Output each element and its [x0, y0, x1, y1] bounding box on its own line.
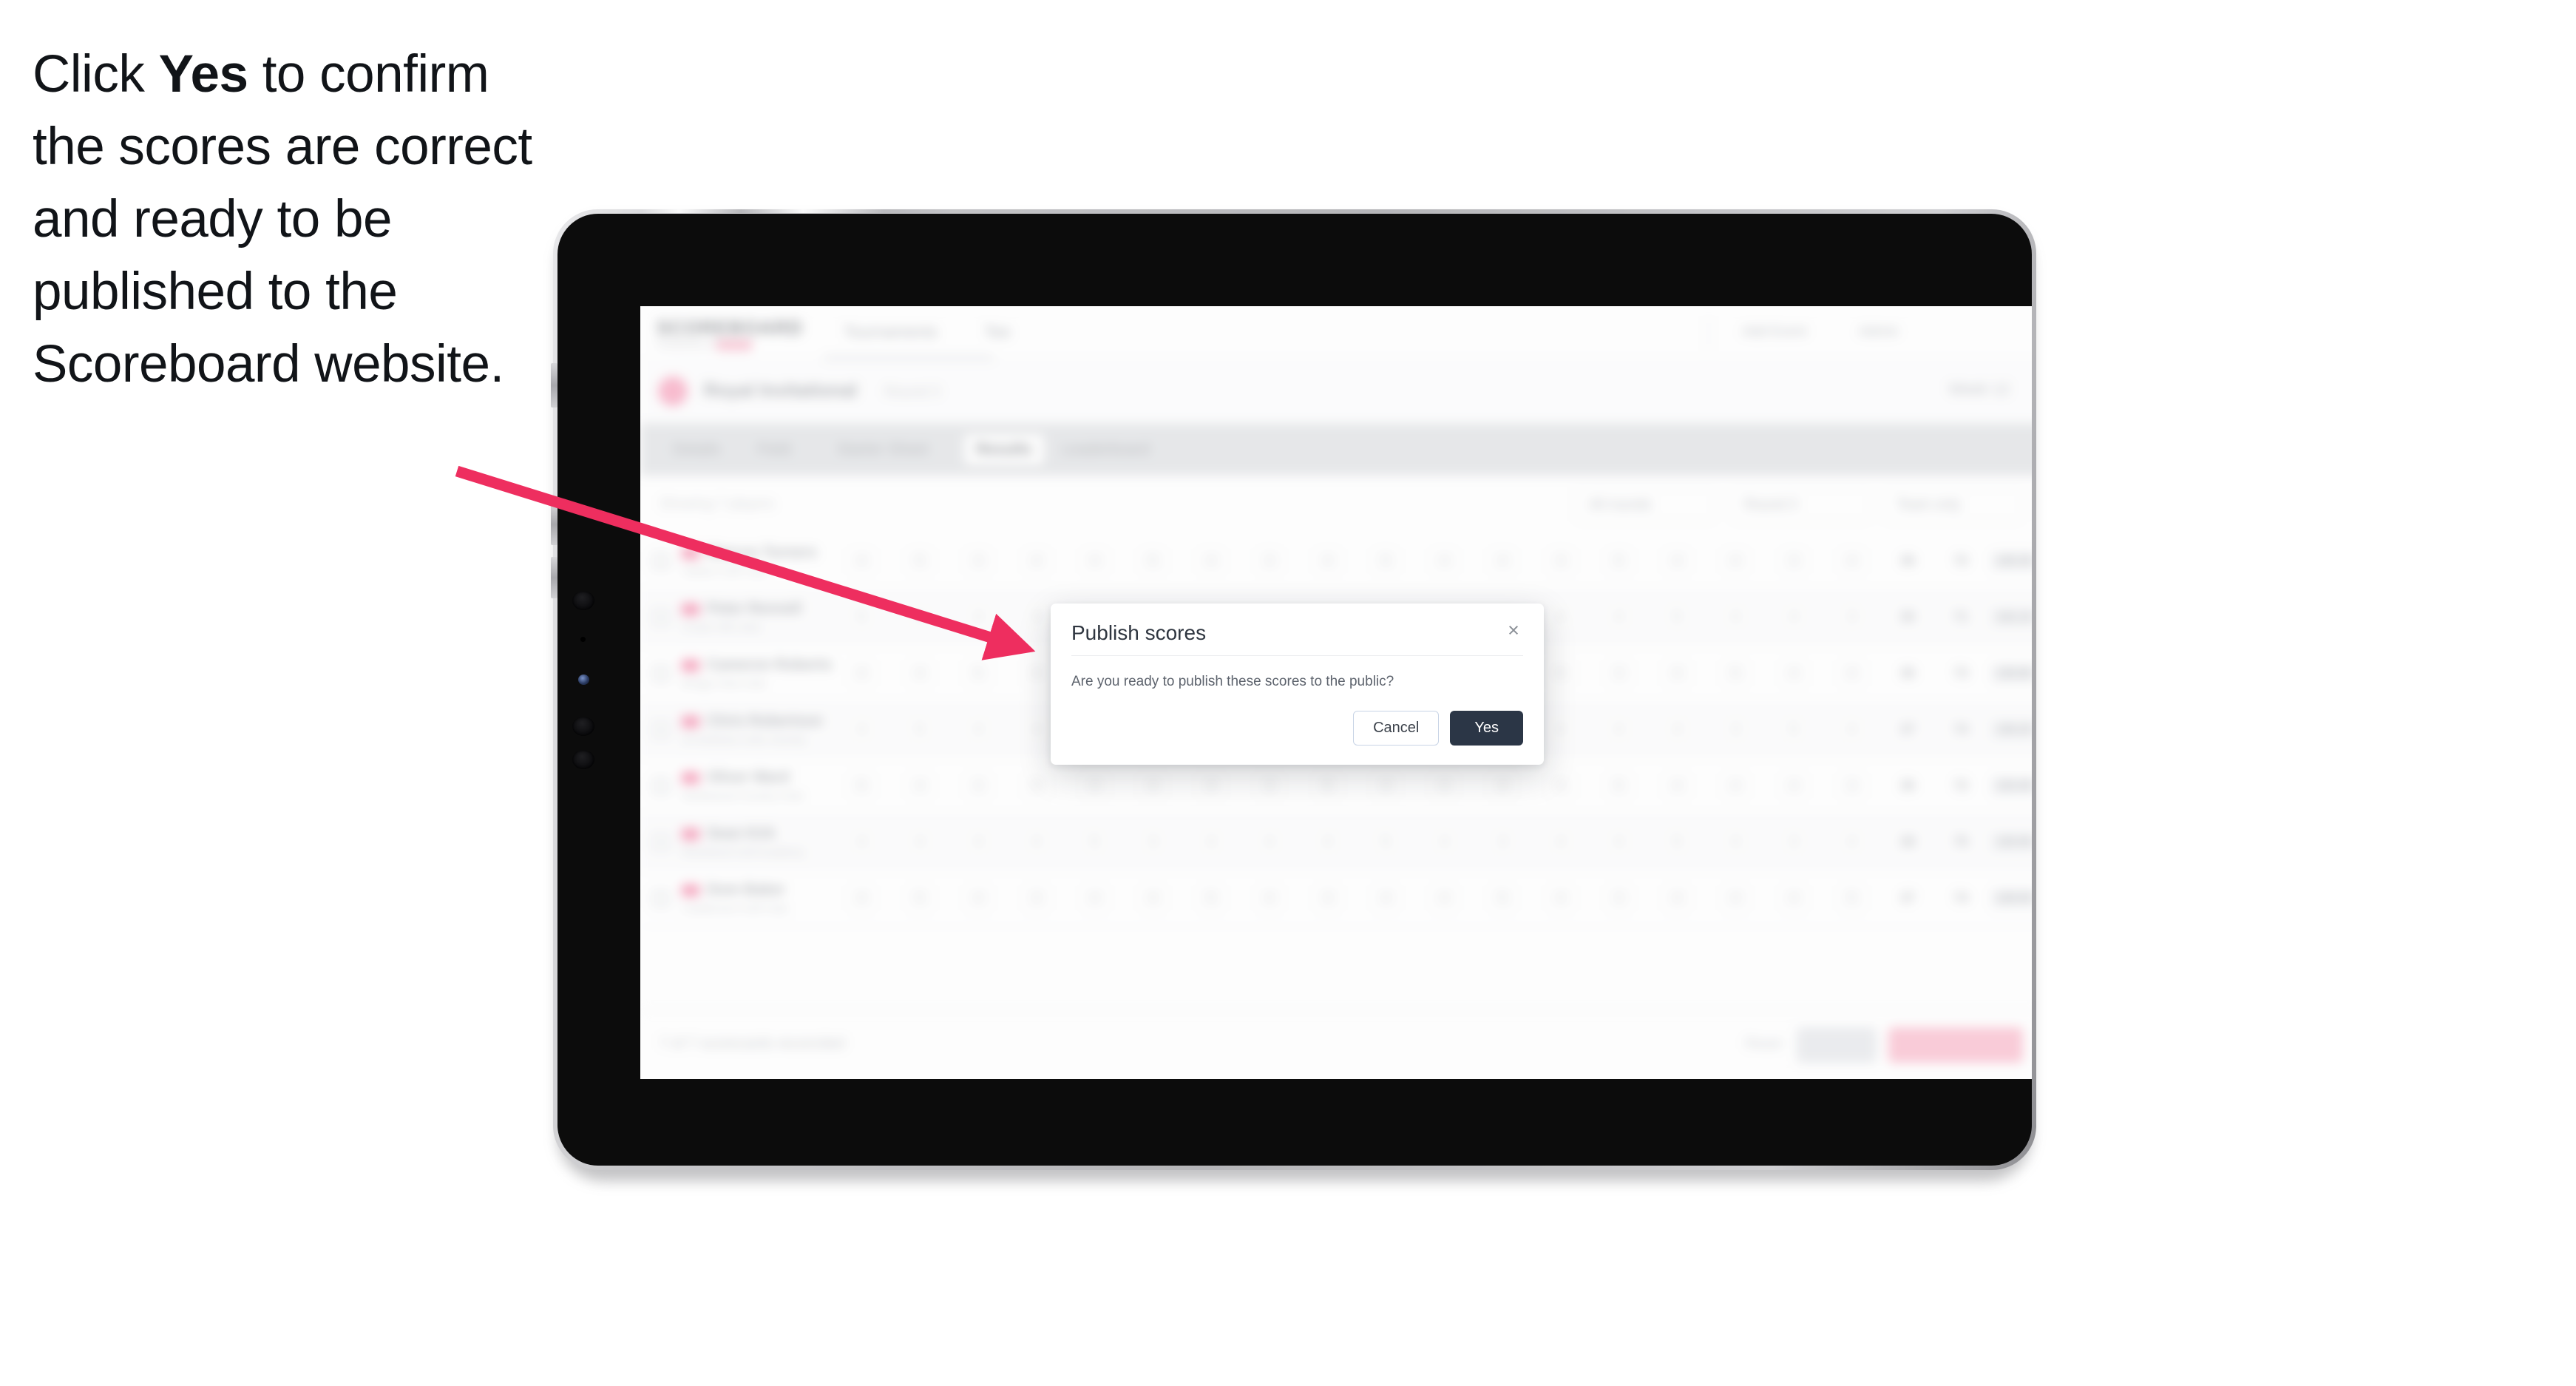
dialog-title: Publish scores	[1071, 621, 1207, 644]
device-camera-module	[572, 591, 594, 805]
microphone-icon	[580, 637, 586, 642]
cancel-button[interactable]: Cancel	[1353, 711, 1440, 746]
device-bezel: SCOREBOARD POWERED BY Tournaments Tee Ad…	[557, 214, 2032, 1166]
tablet-device-mockup: SCOREBOARD POWERED BY Tournaments Tee Ad…	[551, 209, 2036, 1181]
device-screen: SCOREBOARD POWERED BY Tournaments Tee Ad…	[640, 306, 2032, 1079]
instruction-emphasis-yes: Yes	[158, 45, 248, 104]
camera-lens-icon	[572, 750, 594, 769]
dialog-header: Publish scores ×	[1051, 604, 1544, 655]
dialog-body: Are you ready to publish these scores to…	[1051, 656, 1544, 694]
instruction-text-part1: Click	[33, 45, 159, 104]
flash-icon	[578, 675, 589, 685]
device-volume-down-button[interactable]	[551, 557, 557, 598]
instruction-callout-text: Click Yes to confirm the scores are corr…	[33, 38, 565, 401]
dialog-footer: Cancel Yes	[1051, 694, 1544, 765]
device-metal-frame: SCOREBOARD POWERED BY Tournaments Tee Ad…	[551, 209, 2036, 1170]
close-icon[interactable]: ×	[1501, 618, 1526, 643]
device-antenna-line	[642, 209, 952, 213]
camera-lens-icon	[572, 717, 594, 736]
device-volume-up-button[interactable]	[551, 504, 557, 545]
yes-button[interactable]: Yes	[1450, 711, 1523, 746]
camera-lens-icon	[572, 591, 594, 610]
publish-scores-dialog: Publish scores × Are you ready to publis…	[1051, 604, 1544, 765]
dialog-message: Are you ready to publish these scores to…	[1071, 674, 1394, 689]
device-power-button[interactable]	[551, 363, 557, 408]
